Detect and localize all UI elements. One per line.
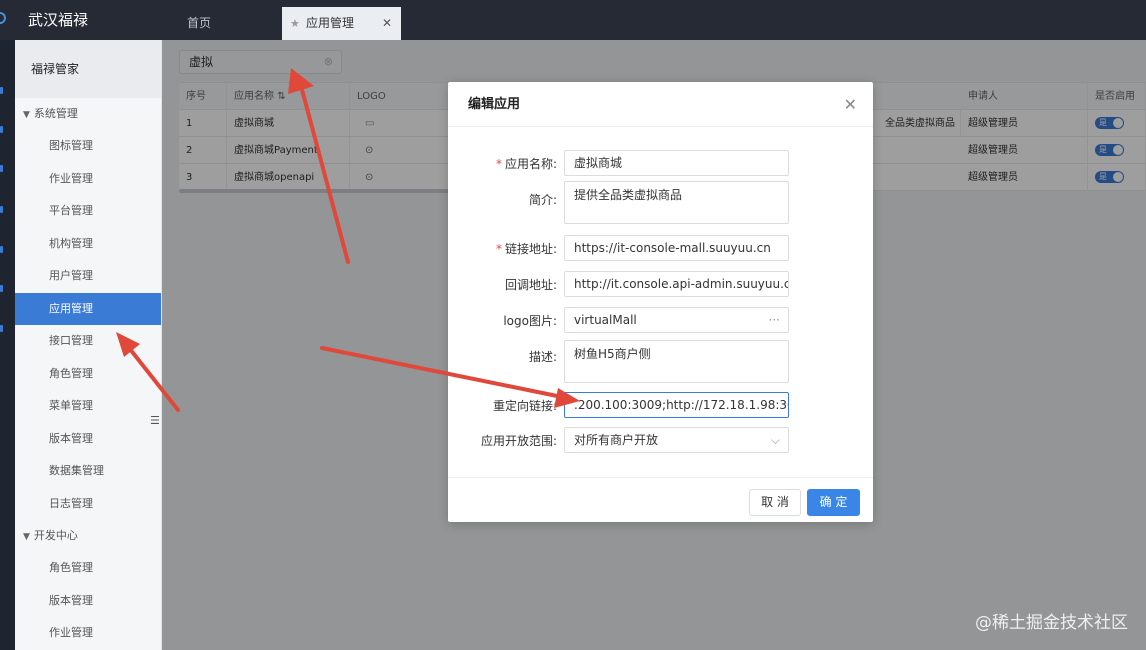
tab-home[interactable]: 首页 [187, 7, 211, 40]
logo-image-input[interactable]: virtualMall ··· [564, 307, 789, 333]
sidebar-item[interactable]: 版本管理 [15, 585, 161, 618]
sidebar-title: 福禄管家 [15, 40, 161, 98]
sidebar-item[interactable]: 日志管理 [15, 488, 161, 521]
brand-logo-icon [0, 12, 6, 24]
sidebar-item[interactable]: 用户管理 [15, 260, 161, 293]
redirect-link-input[interactable]: .200.100:3009;http://172.18.1.98:3008/; [564, 392, 789, 418]
sidebar-item[interactable]: 角色管理 [15, 358, 161, 391]
rail-marker [0, 87, 3, 94]
chevron-down-icon: ⌵ [770, 433, 780, 447]
field-label: * 应用名称: [496, 155, 557, 172]
watermark: @稀土掘金技术社区 [975, 613, 1128, 633]
field-label: 描述: [528, 350, 557, 364]
sidebar: 福禄管家 ▼ 系统管理 图标管理 作业管理 平台管理 机构管理 用户管理 应用管理… [15, 40, 162, 650]
sidebar-item[interactable]: 版本管理 [15, 423, 161, 456]
caret-down-icon: ▼ [23, 110, 30, 120]
sidebar-item[interactable]: 角色管理 [15, 552, 161, 585]
description-textarea[interactable]: 树鱼H5商户侧 [564, 340, 789, 383]
summary-textarea[interactable]: 提供全品类虚拟商品 [564, 181, 789, 224]
field-label-text: 应用名称: [504, 157, 557, 171]
sidebar-group-label: 系统管理 [33, 107, 78, 120]
dialog-footer: 取 消 确 定 [448, 477, 873, 522]
more-icon[interactable]: ··· [769, 308, 780, 332]
sidebar-item[interactable]: 图标管理 [15, 130, 161, 163]
open-scope-select[interactable]: 对所有商户开放 ⌵ [564, 427, 789, 453]
rail-marker [0, 285, 3, 292]
sidebar-item[interactable]: 机构管理 [15, 228, 161, 261]
field-label: logo图片: [503, 314, 557, 328]
field-label: * 链接地址: [496, 240, 557, 257]
field-label: 回调地址: [504, 278, 557, 292]
edit-app-dialog: 编辑应用 ✕ * 应用名称: 虚拟商城 简介: 提供全品类虚拟商品 * 链接地址: … [448, 82, 873, 522]
star-icon: ★ [290, 17, 300, 30]
field-label: 应用开放范围: [480, 434, 557, 448]
sidebar-group-dev[interactable]: ▼ 开发中心 [15, 520, 161, 552]
sidebar-item[interactable]: 菜单管理 [15, 390, 161, 423]
rail-marker [0, 246, 3, 253]
required-mark: * [495, 157, 502, 171]
field-label: 重定向链接: [492, 399, 557, 413]
sidebar-item[interactable]: 作业管理 [15, 163, 161, 196]
icon-rail [0, 40, 15, 650]
sidebar-item[interactable]: 接口管理 [15, 325, 161, 358]
caret-down-icon: ▼ [23, 532, 30, 542]
field-label: 简介: [528, 193, 557, 207]
tab-app-management-label: 应用管理 [306, 16, 355, 30]
tab-app-management[interactable]: ★ 应用管理 ✕ [282, 7, 401, 40]
brand: 武汉福禄 [0, 0, 162, 40]
tab-close-icon[interactable]: ✕ [382, 7, 392, 40]
close-icon[interactable]: ✕ [844, 95, 857, 114]
rail-marker [0, 325, 3, 332]
required-mark: * [495, 242, 502, 256]
open-scope-value: 对所有商户开放 [574, 433, 659, 447]
tab-home-label: 首页 [187, 16, 212, 30]
menu-collapse-icon[interactable]: ☰ [150, 414, 160, 427]
rail-marker [0, 126, 3, 133]
brand-title: 武汉福禄 [28, 11, 89, 29]
top-bar: 武汉福禄 首页 ★ 应用管理 ✕ [0, 0, 1146, 40]
dialog-title: 编辑应用 [448, 82, 873, 127]
callback-url-input[interactable]: http://it.console.api-admin.suuyuu.cn/ap [564, 271, 789, 297]
logo-image-value: virtualMall [574, 313, 637, 327]
sidebar-item[interactable]: 平台管理 [15, 195, 161, 228]
sidebar-item[interactable]: 作业管理 [15, 617, 161, 650]
sidebar-item-app-management[interactable]: 应用管理 [15, 292, 161, 325]
link-url-input[interactable]: https://it-console-mall.suuyuu.cn [564, 235, 789, 261]
sidebar-group-label: 开发中心 [33, 529, 78, 542]
rail-marker [0, 206, 3, 213]
app-name-input[interactable]: 虚拟商城 [564, 150, 789, 176]
rail-marker [0, 165, 3, 172]
field-label-text: 链接地址: [504, 242, 557, 256]
cancel-button[interactable]: 取 消 [749, 489, 801, 516]
confirm-button[interactable]: 确 定 [807, 489, 860, 516]
sidebar-group-system[interactable]: ▼ 系统管理 [15, 98, 161, 130]
sidebar-item[interactable]: 数据集管理 [15, 455, 161, 488]
